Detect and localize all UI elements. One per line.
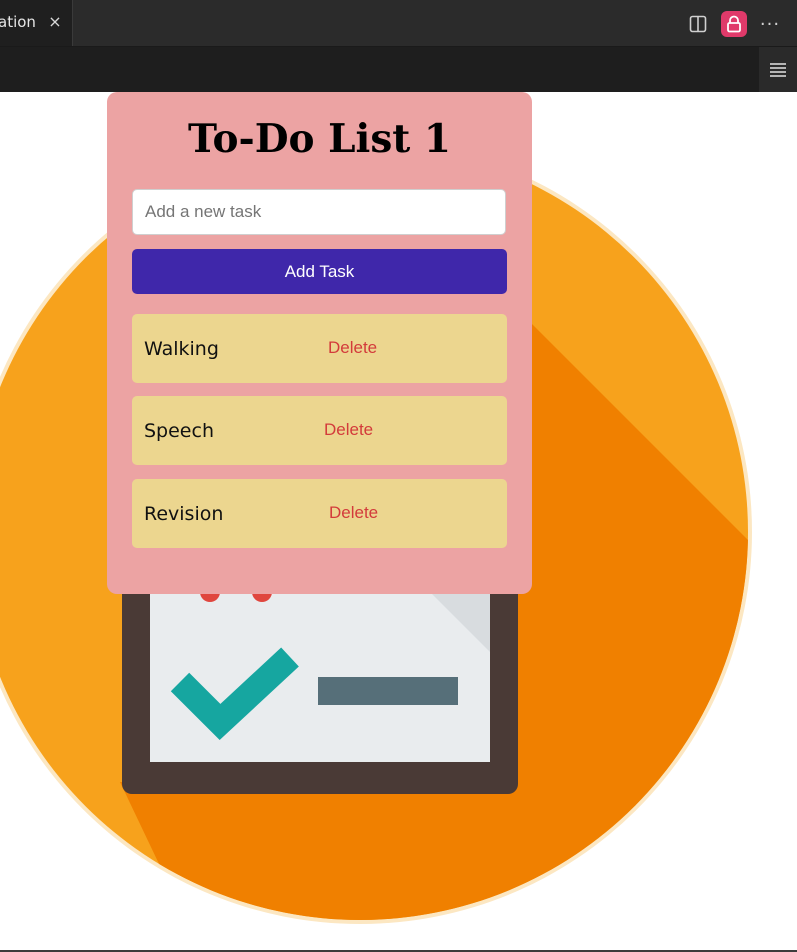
- toolbar-strip: [0, 47, 797, 92]
- lock-icon[interactable]: [721, 11, 747, 37]
- editor-tab[interactable]: ation ×: [0, 0, 73, 46]
- delete-button[interactable]: Delete: [324, 420, 373, 440]
- list-item: Walking Delete: [132, 314, 507, 383]
- tab-label: ation: [0, 13, 36, 31]
- task-text: Walking: [144, 338, 219, 360]
- delete-button[interactable]: Delete: [328, 338, 377, 358]
- page-title: To-Do List 1: [187, 116, 452, 162]
- todo-card: To-Do List 1 Add Task Walking Delete Spe…: [107, 92, 532, 594]
- editor-tabbar: ation × ···: [0, 0, 797, 47]
- more-actions-icon[interactable]: ···: [757, 11, 783, 37]
- split-editor-icon[interactable]: [685, 11, 711, 37]
- close-icon[interactable]: ×: [46, 13, 64, 31]
- page-viewport: To-Do List 1 Add Task Walking Delete Spe…: [0, 92, 797, 952]
- new-task-input[interactable]: [132, 189, 506, 235]
- delete-button[interactable]: Delete: [329, 503, 378, 523]
- add-task-button[interactable]: Add Task: [132, 249, 507, 294]
- list-item: Speech Delete: [132, 396, 507, 465]
- task-text: Revision: [144, 503, 224, 525]
- list-item: Revision Delete: [132, 479, 507, 548]
- task-text: Speech: [144, 420, 214, 442]
- menu-icon[interactable]: [759, 47, 797, 92]
- editor-actions: ···: [685, 11, 783, 37]
